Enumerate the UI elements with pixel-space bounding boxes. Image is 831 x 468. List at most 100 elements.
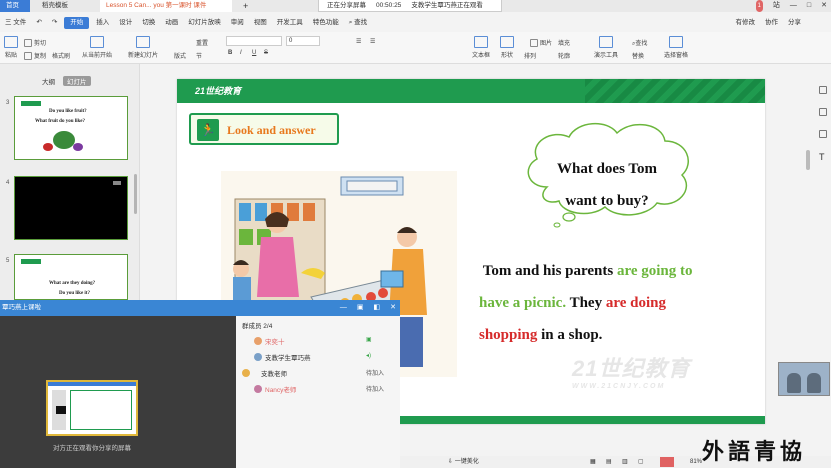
outline-button[interactable]: 轮廓	[558, 51, 570, 60]
cut-button[interactable]: 剪切	[24, 38, 46, 48]
property-icon[interactable]	[819, 86, 827, 94]
shape-button[interactable]: 形状	[500, 36, 514, 59]
replace-button[interactable]: 替换	[632, 51, 644, 60]
view-notes-icon[interactable]: ▢	[638, 456, 644, 468]
text-icon[interactable]: T	[819, 152, 825, 162]
font-size-select[interactable]: 0	[286, 36, 320, 46]
paste-button[interactable]: 粘贴	[4, 36, 18, 59]
tab-outline[interactable]: 大纲	[42, 76, 55, 86]
member-item[interactable]: 宋奕十	[254, 336, 285, 346]
beautify-button[interactable]: ⇩ 一键美化	[448, 456, 479, 468]
strikethrough-button[interactable]: S	[264, 50, 268, 56]
textbox-button[interactable]: 文本框	[472, 36, 490, 59]
fill-button[interactable]: 填充	[558, 38, 570, 47]
new-tab-button[interactable]: +	[240, 0, 254, 12]
menu-design[interactable]: 设计	[114, 17, 137, 29]
format-painter-button[interactable]: 格式刷	[52, 51, 70, 60]
align-left-icon[interactable]: ☰	[356, 38, 361, 45]
share-caption: 对方正在观看你分享的屏幕	[53, 445, 131, 452]
watermelon-image	[53, 131, 75, 149]
font-family-select[interactable]	[226, 36, 282, 46]
arrange-button[interactable]: 排列	[524, 51, 536, 60]
slideshow-play-button[interactable]	[660, 457, 674, 467]
undo-icon[interactable]: ↶	[31, 17, 46, 29]
tab-home[interactable]: 首页	[0, 0, 30, 12]
reset-button[interactable]: 重置	[196, 38, 208, 47]
maximize-icon[interactable]: □	[807, 0, 811, 12]
menu-animations[interactable]: 动画	[160, 17, 183, 29]
copy-button[interactable]: 复制	[24, 51, 47, 61]
underline-button[interactable]: U	[252, 50, 256, 56]
restore-icon[interactable]: ▣	[357, 300, 364, 316]
tab-document[interactable]: Lesson 5 Can... you 第一课时 课件	[100, 0, 232, 12]
webcam-preview[interactable]	[778, 362, 830, 396]
menu-file[interactable]: 三 文件	[0, 17, 31, 29]
minimize-icon[interactable]: —	[340, 300, 347, 316]
presenter-label: 演示工具	[594, 53, 619, 59]
presenter-tools-button[interactable]: 演示工具	[594, 36, 618, 59]
menu-transitions[interactable]: 切换	[137, 17, 160, 29]
section-button[interactable]: 节	[196, 51, 202, 60]
story-highlight-green: are going to	[616, 263, 693, 279]
tab-docer-template[interactable]: 稻壳模板	[36, 0, 98, 12]
align-center-icon[interactable]: ☰	[370, 38, 375, 45]
slide-number: 4	[6, 180, 10, 186]
tab-slides[interactable]: 幻灯片	[63, 76, 91, 86]
notification-badge[interactable]: 1	[755, 0, 763, 12]
redo-icon[interactable]: ↷	[47, 17, 62, 29]
menu-insert[interactable]: 插入	[91, 17, 114, 29]
new-slide-button[interactable]: 新建幻灯片	[128, 36, 158, 59]
call-window-controls: — ▣ ◧ ✕	[340, 300, 396, 316]
from-current-label: 从当前开始	[82, 53, 113, 59]
zoom-level[interactable]: 81%	[690, 456, 702, 468]
user-label[interactable]: 站	[773, 0, 780, 12]
story-highlight-green: have a picnic.	[479, 295, 567, 311]
member-name: 支教老师	[261, 371, 287, 378]
thumb-line: What fruit do you like?	[35, 119, 86, 124]
pane-scrollbar[interactable]	[134, 174, 137, 214]
pin-icon[interactable]: ◧	[374, 300, 381, 316]
share-button[interactable]: 分享	[788, 17, 801, 29]
slide-thumbnail-3[interactable]: Do you like fruit? What fruit do you lik…	[14, 96, 128, 160]
member-item[interactable]: Nancy老师	[254, 384, 296, 394]
collaborate-button[interactable]: 协作	[765, 17, 778, 29]
slide-thumbnail-5[interactable]: What are they doing? Do you like it?	[14, 254, 128, 300]
tab-label: 稻壳模板	[42, 2, 68, 9]
question-line: want to buy?	[565, 193, 649, 209]
style-icon[interactable]	[819, 108, 827, 116]
modified-button[interactable]: 有修改	[736, 17, 756, 29]
shared-screen-preview[interactable]	[46, 380, 138, 436]
bold-button[interactable]: B	[228, 50, 232, 56]
beautify-label: 一键美化	[454, 459, 479, 465]
menu-review[interactable]: 审阅	[226, 17, 249, 29]
story-text: Tom and his parents are going to have a …	[479, 255, 749, 351]
close-icon[interactable]: ✕	[390, 300, 396, 316]
picture-button[interactable]: 图片	[530, 38, 552, 48]
canvas-scrollbar[interactable]	[806, 150, 810, 170]
menu-view[interactable]: 视图	[249, 17, 272, 29]
slide-thumbnail-4[interactable]	[14, 176, 128, 240]
avatar	[254, 353, 262, 361]
animation-icon[interactable]	[819, 130, 827, 138]
font-size-value: 0	[289, 38, 293, 44]
find-button[interactable]: ⌕查找	[632, 38, 647, 48]
from-current-button[interactable]: 从当前开始	[82, 36, 112, 59]
view-normal-icon[interactable]: ▦	[590, 456, 596, 468]
minimize-icon[interactable]: —	[790, 0, 797, 12]
close-icon[interactable]: ✕	[821, 0, 827, 12]
member-item[interactable]: 支教老师	[242, 368, 287, 378]
member-item[interactable]: 支教学生覃巧燕	[254, 352, 311, 362]
italic-button[interactable]: I	[240, 50, 242, 56]
search-menu[interactable]: ⌕ 查找	[344, 17, 372, 29]
view-sorter-icon[interactable]: ▤	[606, 456, 612, 468]
menu-features[interactable]: 特色功能	[308, 17, 344, 29]
copy-label: 复制	[34, 54, 47, 60]
title-bar: 首页 稻壳模板 Lesson 5 Can... you 第一课时 课件 + 正在…	[0, 0, 831, 12]
menu-slideshow[interactable]: 幻灯片放映	[183, 17, 226, 29]
paste-label: 粘贴	[4, 53, 17, 59]
menu-developer[interactable]: 开发工具	[272, 17, 308, 29]
view-reading-icon[interactable]: ▥	[622, 456, 628, 468]
menu-home[interactable]: 开始	[64, 17, 90, 29]
select-pane-button[interactable]: 选择窗格	[664, 36, 688, 59]
layout-button[interactable]: 版式	[174, 51, 186, 60]
